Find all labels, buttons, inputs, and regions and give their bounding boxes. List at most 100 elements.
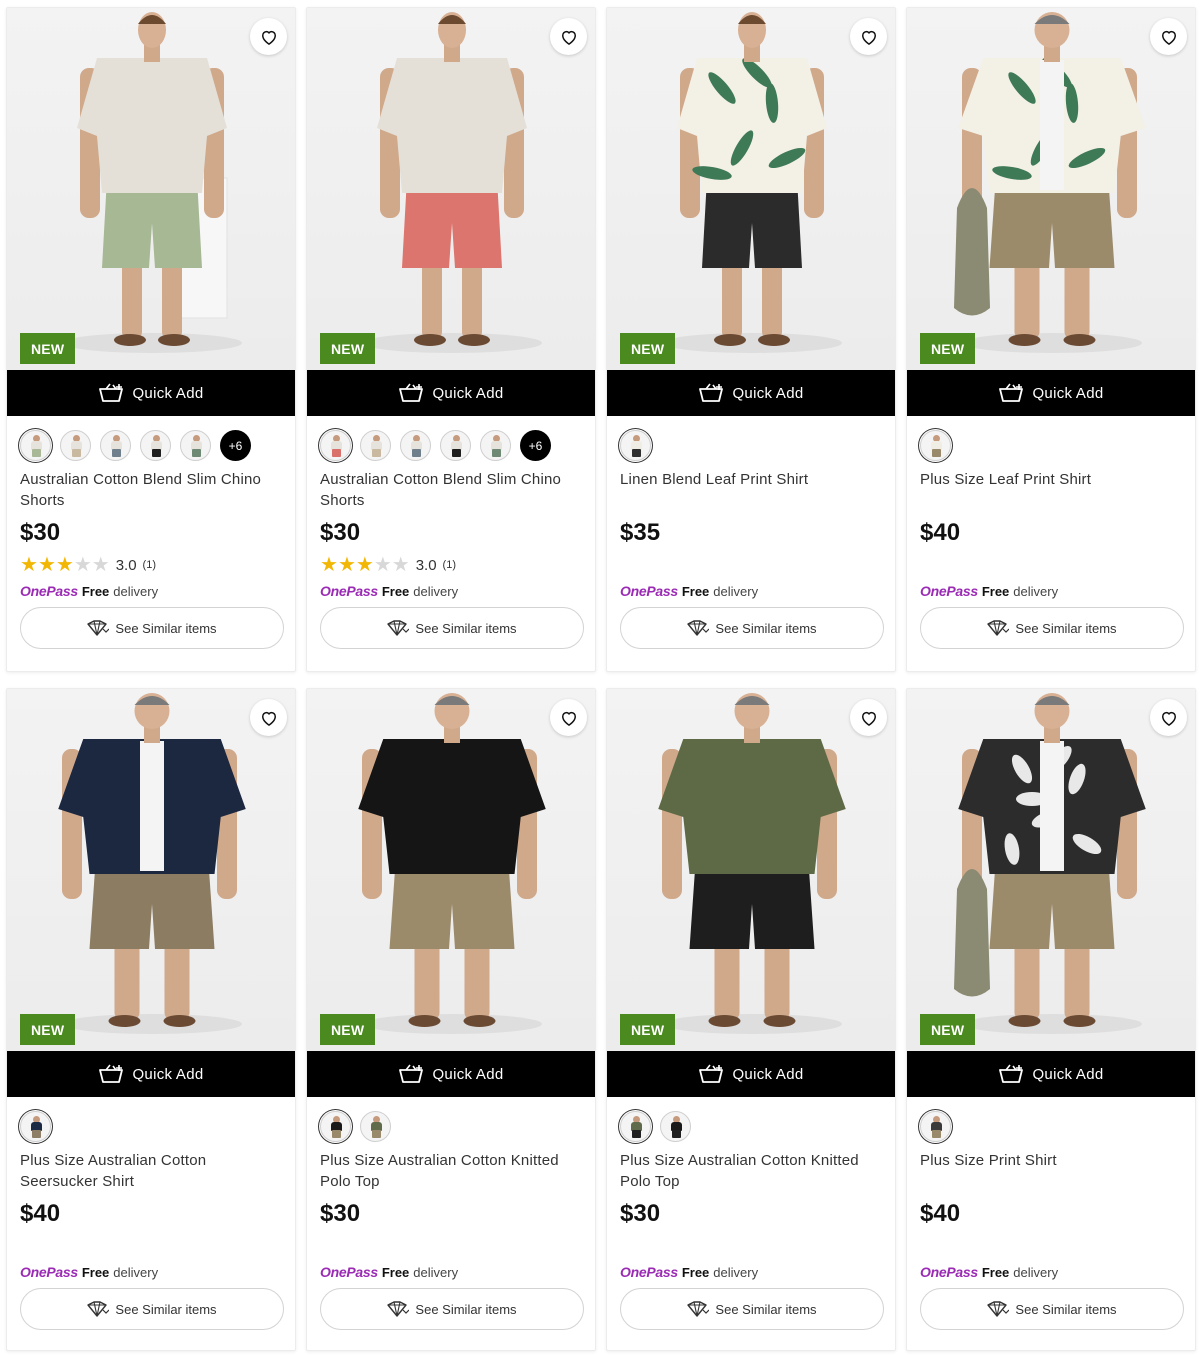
wishlist-button[interactable] <box>850 699 887 736</box>
delivery-free-label: Free <box>81 1264 110 1280</box>
product-title[interactable]: Australian Cotton Blend Slim Chino Short… <box>20 469 282 511</box>
star-icon: ★ <box>337 554 356 576</box>
quick-add-button[interactable]: Quick Add <box>907 1051 1195 1097</box>
see-similar-button[interactable]: See Similar items <box>320 607 584 649</box>
product-image[interactable]: NEW <box>7 8 295 370</box>
product-card[interactable]: NEW Quick Add Plus Size Australian Cotton … <box>606 688 896 1351</box>
product-card[interactable]: NEW Quick Add +6 Australian Cotton Blend Sl… <box>6 7 296 672</box>
product-title[interactable]: Plus Size Australian Cotton Knitted Polo… <box>620 1150 882 1192</box>
color-swatch[interactable] <box>920 1111 951 1142</box>
more-colors-button[interactable]: +6 <box>220 430 251 461</box>
product-rating[interactable]: ★ ★ ★ ★ ★ 3.0 (1) <box>20 555 282 575</box>
product-image[interactable]: NEW <box>7 689 295 1051</box>
color-swatch[interactable] <box>620 1111 651 1142</box>
quick-add-button[interactable]: Quick Add <box>607 370 895 416</box>
rating-stars: ★ ★ ★ ★ ★ <box>20 555 110 575</box>
product-photo[interactable] <box>907 689 1195 1051</box>
product-card[interactable]: NEW Quick Add Linen Blend Leaf Print Shirt… <box>606 7 896 672</box>
product-photo[interactable] <box>907 8 1195 370</box>
product-photo[interactable] <box>607 8 895 370</box>
product-title[interactable]: Australian Cotton Blend Slim Chino Short… <box>320 469 582 511</box>
product-price: $40 <box>920 1200 961 1227</box>
wishlist-button[interactable] <box>850 18 887 55</box>
color-swatch[interactable] <box>140 430 171 461</box>
color-swatch[interactable] <box>360 430 391 461</box>
color-swatch[interactable] <box>360 1111 391 1142</box>
see-similar-button[interactable]: See Similar items <box>320 1288 584 1330</box>
color-swatch[interactable] <box>920 430 951 461</box>
wishlist-button[interactable] <box>250 699 287 736</box>
delivery-info: OnePass Free delivery <box>620 1262 882 1282</box>
product-image[interactable]: NEW <box>307 689 595 1051</box>
product-rating[interactable]: ★ ★ ★ ★ ★ 3.0 (1) <box>320 555 582 575</box>
product-photo[interactable] <box>7 8 295 370</box>
wishlist-button[interactable] <box>1150 18 1187 55</box>
quick-add-button[interactable]: Quick Add <box>7 370 295 416</box>
product-image[interactable]: NEW <box>307 8 595 370</box>
color-swatches <box>620 1111 882 1142</box>
product-info: Plus Size Print Shirt $40 OnePass Free deliv… <box>907 1097 1195 1342</box>
color-swatch[interactable] <box>480 430 511 461</box>
quick-add-button[interactable]: Quick Add <box>7 1051 295 1097</box>
wishlist-button[interactable] <box>1150 699 1187 736</box>
more-colors-button[interactable]: +6 <box>520 430 551 461</box>
color-swatch[interactable] <box>20 430 51 461</box>
heart-icon <box>1159 708 1179 728</box>
product-image[interactable]: NEW <box>907 8 1195 370</box>
product-card[interactable]: NEW Quick Add Plus Size Print Shirt $40 OneP… <box>906 688 1196 1351</box>
heart-icon <box>559 27 579 47</box>
delivery-free-label: Free <box>381 583 410 599</box>
see-similar-button[interactable]: See Similar items <box>920 607 1184 649</box>
diamond-icon <box>987 620 1010 636</box>
see-similar-label: See Similar items <box>415 1301 517 1317</box>
color-swatch[interactable] <box>620 430 651 461</box>
product-photo[interactable] <box>307 8 595 370</box>
product-card[interactable]: NEW Quick Add +6 Australian Cotton Blend Sl… <box>306 7 596 672</box>
product-title[interactable]: Plus Size Australian Cotton Knitted Polo… <box>320 1150 582 1192</box>
product-image[interactable]: NEW <box>907 689 1195 1051</box>
delivery-free-label: Free <box>681 1264 710 1280</box>
see-similar-button[interactable]: See Similar items <box>920 1288 1184 1330</box>
basket-icon <box>398 1064 424 1084</box>
color-swatches <box>20 1111 282 1142</box>
product-photo[interactable] <box>7 689 295 1051</box>
color-swatch[interactable] <box>320 1111 351 1142</box>
product-price: $30 <box>20 519 61 546</box>
see-similar-button[interactable]: See Similar items <box>620 1288 884 1330</box>
see-similar-label: See Similar items <box>1015 1301 1117 1317</box>
rating-value: 3.0 <box>115 556 137 574</box>
product-image[interactable]: NEW <box>607 689 895 1051</box>
see-similar-button[interactable]: See Similar items <box>20 607 284 649</box>
quick-add-button[interactable]: Quick Add <box>307 1051 595 1097</box>
product-title[interactable]: Plus Size Australian Cotton Seersucker S… <box>20 1150 282 1192</box>
quick-add-button[interactable]: Quick Add <box>607 1051 895 1097</box>
color-swatch[interactable] <box>320 430 351 461</box>
color-swatch[interactable] <box>60 430 91 461</box>
wishlist-button[interactable] <box>250 18 287 55</box>
product-photo[interactable] <box>307 689 595 1051</box>
color-swatch[interactable] <box>660 1111 691 1142</box>
diamond-icon <box>87 1301 110 1317</box>
color-swatch[interactable] <box>100 430 131 461</box>
color-swatch[interactable] <box>400 430 431 461</box>
wishlist-button[interactable] <box>550 699 587 736</box>
color-swatch[interactable] <box>20 1111 51 1142</box>
diamond-icon <box>387 1301 410 1317</box>
product-card[interactable]: NEW Quick Add Plus Size Leaf Print Shirt $4… <box>906 7 1196 672</box>
product-title[interactable]: Plus Size Print Shirt <box>920 1150 1182 1192</box>
product-photo[interactable] <box>607 689 895 1051</box>
see-similar-button[interactable]: See Similar items <box>620 607 884 649</box>
quick-add-button[interactable]: Quick Add <box>307 370 595 416</box>
new-badge: NEW <box>20 1014 76 1045</box>
quick-add-button[interactable]: Quick Add <box>907 370 1195 416</box>
product-title[interactable]: Linen Blend Leaf Print Shirt <box>620 469 882 511</box>
delivery-label: delivery <box>413 583 459 599</box>
color-swatch[interactable] <box>180 430 211 461</box>
wishlist-button[interactable] <box>550 18 587 55</box>
color-swatch[interactable] <box>440 430 471 461</box>
product-card[interactable]: NEW Quick Add Plus Size Australian Cotton … <box>6 688 296 1351</box>
product-title[interactable]: Plus Size Leaf Print Shirt <box>920 469 1182 511</box>
product-card[interactable]: NEW Quick Add Plus Size Australian Cotton … <box>306 688 596 1351</box>
product-image[interactable]: NEW <box>607 8 895 370</box>
see-similar-button[interactable]: See Similar items <box>20 1288 284 1330</box>
